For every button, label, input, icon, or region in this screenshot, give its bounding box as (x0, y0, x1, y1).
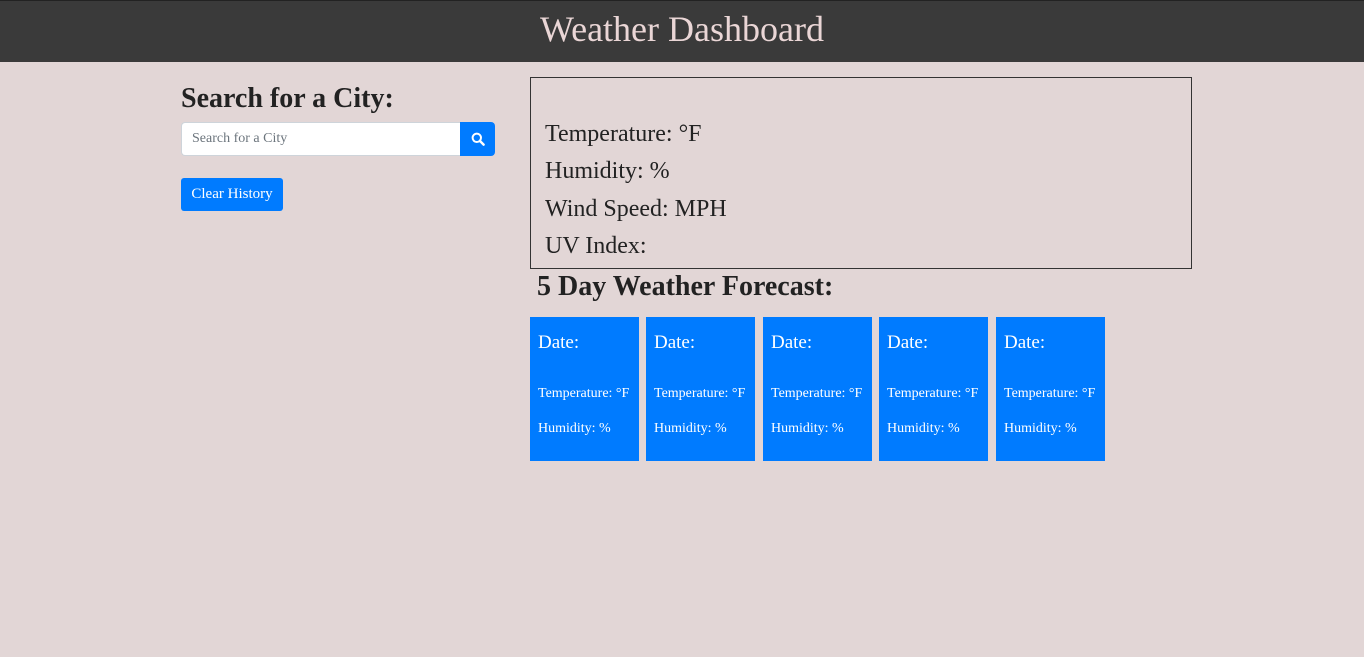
current-wind-speed: Wind Speed: MPH (545, 196, 727, 222)
search-group (181, 122, 495, 156)
forecast-temperature: Temperature: °F (538, 386, 630, 401)
forecast-card: Date: Temperature: °F Humidity: % (530, 317, 639, 461)
forecast-date: Date: (1004, 332, 1046, 353)
current-uv-index: UV Index: (545, 233, 647, 259)
current-humidity: Humidity: % (545, 158, 670, 184)
search-button[interactable] (460, 122, 495, 156)
forecast-card: Date: Temperature: °F Humidity: % (996, 317, 1105, 461)
search-input[interactable] (181, 122, 460, 156)
forecast-temperature: Temperature: °F (887, 386, 979, 401)
forecast-humidity: Humidity: % (654, 421, 727, 436)
search-heading: Search for a City: (181, 83, 394, 114)
forecast-humidity: Humidity: % (771, 421, 844, 436)
forecast-date: Date: (538, 332, 580, 353)
forecast-humidity: Humidity: % (887, 421, 960, 436)
forecast-card: Date: Temperature: °F Humidity: % (763, 317, 872, 461)
forecast-card: Date: Temperature: °F Humidity: % (646, 317, 755, 461)
forecast-heading: 5 Day Weather Forecast: (537, 271, 834, 302)
current-temperature: Temperature: °F (545, 121, 702, 147)
forecast-humidity: Humidity: % (1004, 421, 1077, 436)
forecast-temperature: Temperature: °F (654, 386, 746, 401)
clear-history-button[interactable]: Clear History (181, 178, 283, 211)
forecast-date: Date: (771, 332, 813, 353)
forecast-temperature: Temperature: °F (1004, 386, 1096, 401)
forecast-humidity: Humidity: % (538, 421, 611, 436)
forecast-date: Date: (887, 332, 929, 353)
page-header: Weather Dashboard (0, 0, 1364, 62)
page-title: Weather Dashboard (540, 9, 824, 49)
forecast-temperature: Temperature: °F (771, 386, 863, 401)
forecast-date: Date: (654, 332, 696, 353)
search-icon (471, 132, 485, 146)
forecast-card: Date: Temperature: °F Humidity: % (879, 317, 988, 461)
current-weather-panel: Temperature: °F Humidity: % Wind Speed: … (530, 77, 1192, 269)
